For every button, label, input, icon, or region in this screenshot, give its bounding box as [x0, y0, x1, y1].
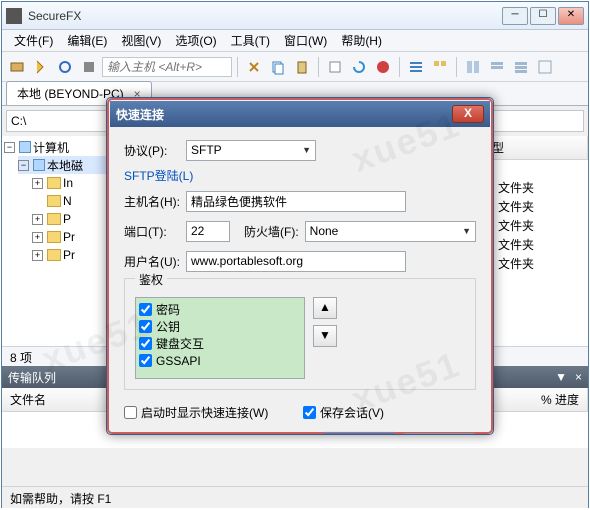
expand-icon[interactable]: + — [32, 250, 43, 261]
auth-item-password[interactable]: 密码 — [139, 301, 301, 318]
firewall-label: 防火墙(F): — [244, 223, 299, 240]
queue-title: 传输队列 — [8, 369, 56, 386]
menubar: 文件(F) 编辑(E) 视图(V) 选项(O) 工具(T) 窗口(W) 帮助(H… — [2, 30, 588, 52]
layout2-icon[interactable] — [486, 56, 508, 78]
auth-checkbox[interactable] — [139, 320, 152, 333]
menu-view[interactable]: 视图(V) — [115, 30, 167, 51]
disk-icon — [33, 159, 45, 171]
dialog-title: 快速连接 — [116, 106, 452, 123]
close-button[interactable]: ✕ — [558, 7, 584, 25]
refresh-icon[interactable] — [348, 56, 370, 78]
port-label: 端口(T): — [124, 223, 186, 240]
layout4-icon[interactable] — [534, 56, 556, 78]
auth-list[interactable]: 密码 公钥 键盘交互 GSSAPI — [135, 297, 305, 379]
menu-help[interactable]: 帮助(H) — [335, 30, 388, 51]
folder-icon — [47, 177, 61, 189]
menu-tools[interactable]: 工具(T) — [225, 30, 276, 51]
auth-legend: 鉴权 — [135, 271, 167, 288]
layout3-icon[interactable] — [510, 56, 532, 78]
host-input[interactable] — [102, 57, 232, 77]
toolbar — [2, 52, 588, 82]
connect-icon[interactable] — [6, 56, 28, 78]
menu-window[interactable]: 窗口(W) — [278, 30, 333, 51]
cut-icon[interactable] — [243, 56, 265, 78]
menu-edit[interactable]: 编辑(E) — [61, 30, 113, 51]
queue-dropdown-icon[interactable]: ▼ — [555, 370, 567, 384]
auth-fieldset: 鉴权 密码 公钥 键盘交互 GSSAPI ▲ ▼ — [124, 278, 476, 390]
view-list-icon[interactable] — [429, 56, 451, 78]
app-icon — [6, 8, 22, 24]
folder-icon — [47, 231, 61, 243]
move-up-button[interactable]: ▲ — [313, 297, 337, 319]
hostname-input[interactable] — [186, 191, 406, 212]
show-on-startup-checkbox[interactable] — [124, 406, 137, 419]
app-title: SecureFX — [28, 9, 502, 23]
quick-connect-icon[interactable] — [30, 56, 52, 78]
reconnect-icon[interactable] — [54, 56, 76, 78]
sftp-login-link[interactable]: SFTP登陆(L) — [124, 167, 476, 184]
collapse-icon[interactable]: − — [18, 160, 29, 171]
disconnect-icon[interactable] — [78, 56, 100, 78]
statusbar: 如需帮助，请按 F1 — [2, 486, 588, 508]
titlebar: SecureFX ─ ☐ ✕ — [2, 2, 588, 30]
move-down-button[interactable]: ▼ — [313, 325, 337, 347]
expand-icon[interactable]: + — [32, 178, 43, 189]
menu-options[interactable]: 选项(O) — [169, 30, 222, 51]
port-input[interactable] — [186, 221, 230, 242]
username-input[interactable] — [186, 251, 406, 272]
save-session-label: 保存会话(V) — [320, 404, 384, 421]
copy-icon[interactable] — [267, 56, 289, 78]
view-details-icon[interactable] — [405, 56, 427, 78]
firewall-combo[interactable]: None▼ — [305, 221, 476, 242]
collapse-icon[interactable]: − — [4, 142, 15, 153]
queue-close-icon[interactable]: × — [575, 370, 582, 384]
auth-item-publickey[interactable]: 公钥 — [139, 318, 301, 335]
save-session-checkbox[interactable] — [303, 406, 316, 419]
stop-icon[interactable] — [372, 56, 394, 78]
auth-item-gssapi[interactable]: GSSAPI — [139, 352, 301, 369]
quick-connect-dialog: 快速连接 X 协议(P): SFTP▼ SFTP登陆(L) 主机名(H): 端口… — [106, 97, 494, 435]
auth-checkbox[interactable] — [139, 303, 152, 316]
auth-checkbox[interactable] — [139, 354, 152, 367]
connect-button[interactable]: 连接 — [322, 433, 396, 435]
computer-icon — [19, 141, 31, 153]
dialog-close-button[interactable]: X — [452, 105, 484, 123]
paste-icon[interactable] — [291, 56, 313, 78]
folder-icon — [47, 195, 61, 207]
menu-file[interactable]: 文件(F) — [8, 30, 59, 51]
auth-item-keyboard[interactable]: 键盘交互 — [139, 335, 301, 352]
folder-icon — [47, 249, 61, 261]
expand-icon[interactable]: + — [32, 232, 43, 243]
protocol-label: 协议(P): — [124, 142, 186, 159]
maximize-button[interactable]: ☐ — [530, 7, 556, 25]
host-label: 主机名(H): — [124, 193, 186, 210]
protocol-combo[interactable]: SFTP▼ — [186, 140, 316, 161]
chevron-down-icon: ▼ — [462, 226, 471, 236]
layout1-icon[interactable] — [462, 56, 484, 78]
dialog-titlebar: 快速连接 X — [110, 101, 490, 127]
auth-checkbox[interactable] — [139, 337, 152, 350]
properties-icon[interactable] — [324, 56, 346, 78]
minimize-button[interactable]: ─ — [502, 7, 528, 25]
folder-icon — [47, 213, 61, 225]
cancel-button[interactable]: 取消 — [402, 433, 476, 435]
user-label: 用户名(U): — [124, 253, 186, 270]
chevron-down-icon: ▼ — [302, 145, 311, 155]
expand-icon[interactable]: + — [32, 214, 43, 225]
show-on-startup-label: 启动时显示快速连接(W) — [141, 404, 268, 421]
